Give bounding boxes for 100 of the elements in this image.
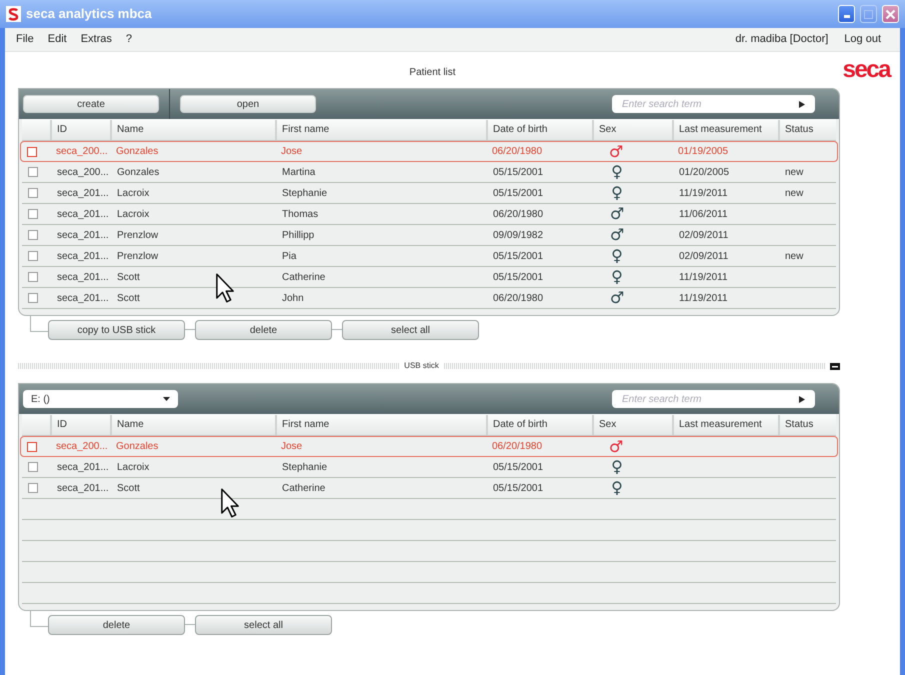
action-button[interactable]: delete [195, 320, 332, 340]
menu-item[interactable]: Extras [80, 31, 112, 48]
column-header[interactable]: Date of birth [486, 120, 592, 140]
table-cell-text: 09/09/1982 [492, 228, 544, 242]
column-header[interactable]: Status [778, 120, 836, 140]
table-cell-text: Scott [116, 482, 141, 496]
table-cell-text: Thomas [281, 208, 320, 222]
table-row[interactable]: seca_200... Gonzales Martina 05/15/2001 ♀ 01/20/2005 new [22, 162, 836, 183]
checkbox[interactable] [28, 251, 38, 261]
column-header[interactable]: Sex [592, 414, 672, 434]
table-cell-text: Pia [281, 250, 298, 264]
page-title: Patient list [409, 66, 456, 80]
search-field[interactable]: Enter search term [612, 95, 815, 113]
action-button[interactable]: select all [342, 320, 479, 340]
action-button[interactable]: select all [195, 615, 332, 635]
checkbox[interactable] [28, 293, 38, 303]
column-header[interactable]: Last measurement [672, 120, 778, 140]
column-header[interactable]: First name [275, 414, 486, 434]
caret-icon [163, 397, 170, 401]
cursor-icon [220, 488, 240, 518]
table-cell-text: seca_201... [56, 460, 110, 474]
table-cell-text: seca_201... [56, 186, 110, 200]
table-cell-text: seca_201... [56, 208, 110, 222]
user-label: dr. madiba [Doctor] [735, 32, 828, 48]
checkbox[interactable] [27, 146, 37, 156]
window-title: seca analytics mbca [26, 5, 152, 24]
table-cell-text: seca_201... [56, 250, 110, 264]
play-icon [799, 101, 805, 108]
cursor-icon [215, 273, 235, 303]
table-cell-text: ♀ [610, 480, 624, 496]
column-header[interactable]: First name [275, 120, 486, 140]
toolbar-button[interactable]: open [180, 95, 316, 113]
table-cell-text: 05/15/2001 [492, 186, 544, 200]
logo: seca [842, 55, 890, 85]
column-header[interactable]: ID [50, 120, 110, 140]
play-icon [799, 396, 805, 403]
table-cell-text: new [784, 186, 804, 200]
table-row[interactable]: seca_201... Prenzlow Pia 05/15/2001 ♀ 02/09/2011 new [22, 246, 836, 267]
action-button[interactable]: copy to USB stick [48, 320, 185, 340]
table-cell-text: 06/20/1980 [491, 440, 544, 454]
table-cell-text: new [784, 166, 804, 180]
checkbox[interactable] [28, 209, 38, 219]
table-cell-text: Catherine [281, 270, 326, 284]
drive-dropdown[interactable]: E: () [23, 390, 178, 408]
toolbar-button[interactable]: create [23, 95, 159, 113]
checkbox[interactable] [28, 188, 38, 198]
minimize-button[interactable] [838, 5, 855, 23]
menu-item[interactable]: ? [126, 31, 132, 48]
action-button[interactable]: delete [48, 615, 185, 635]
column-header[interactable]: ID [50, 414, 110, 434]
column-header[interactable]: Last measurement [672, 414, 778, 434]
table-cell-text: 06/20/1980 [492, 292, 544, 306]
table-cell-text: 05/15/2001 [492, 482, 544, 496]
checkbox[interactable] [28, 230, 38, 240]
column-header[interactable]: Date of birth [486, 414, 592, 434]
table-cell-text: ♀ [610, 269, 624, 285]
table-cell-text: 02/09/2011 [678, 250, 730, 264]
close-icon [885, 8, 896, 20]
table-cell-text: Gonzales [116, 166, 160, 180]
checkbox[interactable] [27, 442, 37, 452]
maximize-button[interactable] [860, 5, 877, 23]
table-row[interactable]: seca_201... Lacroix Thomas 06/20/1980 ♂ 11/06/2011 [22, 204, 836, 225]
checkbox[interactable] [28, 167, 38, 177]
table-cell-text: Scott [116, 292, 141, 306]
table-cell-text: Lacroix [116, 186, 150, 200]
table-cell-text: ♂ [608, 227, 626, 243]
checkbox[interactable] [28, 483, 38, 493]
table-cell-text: ♀ [610, 185, 624, 201]
table-row[interactable]: seca_201... Prenzlow Phillipp 09/09/1982 ♂ 02/09/2011 [22, 225, 836, 246]
table-cell-text: Gonzales [115, 440, 160, 454]
table-row[interactable]: seca_200... Gonzales Jose 06/20/1980 ♂ 01/19/2005 [20, 141, 838, 162]
table-cell-text: ♂ [608, 438, 624, 454]
checkbox[interactable] [28, 272, 38, 282]
menu-item[interactable]: Edit [48, 31, 67, 48]
menu-item[interactable]: File [16, 31, 34, 48]
table-cell-text: 11/06/2011 [678, 208, 729, 222]
logout-link[interactable]: Log out [844, 31, 881, 48]
table-cell-text: 06/20/1980 [492, 208, 544, 222]
table-cell-text: ♂ [608, 144, 624, 160]
column-header[interactable]: Name [110, 120, 275, 140]
column-header[interactable]: Status [778, 414, 836, 434]
table-row[interactable]: seca_201... Lacroix Stephanie 05/15/2001 ♀ [22, 457, 836, 478]
table-cell-text: 11/19/2011 [678, 270, 729, 284]
table-row[interactable]: seca_201... Scott Catherine 05/15/2001 ♀ [22, 478, 836, 499]
column-header[interactable]: Sex [592, 120, 672, 140]
table-cell-text: Scott [116, 270, 141, 284]
table-row[interactable]: seca_200... Gonzales Jose 06/20/1980 ♂ [20, 436, 838, 457]
table-cell-text: Lacroix [116, 208, 150, 222]
table-cell-text: Catherine [281, 482, 326, 496]
checkbox[interactable] [28, 462, 38, 472]
table-cell-text: Phillipp [281, 228, 316, 242]
table-cell-text: seca_200... [55, 440, 109, 454]
table-cell-text: 05/15/2001 [492, 166, 544, 180]
table-cell-text: new [784, 250, 804, 264]
search-field[interactable]: Enter search term [612, 390, 815, 408]
close-button[interactable] [882, 5, 899, 23]
app-icon [6, 6, 21, 22]
table-row[interactable]: seca_201... Lacroix Stephanie 05/15/2001 ♀ 11/19/2011 new [22, 183, 836, 204]
column-header[interactable]: Name [110, 414, 275, 434]
table-cell-text: ♂ [608, 206, 626, 222]
